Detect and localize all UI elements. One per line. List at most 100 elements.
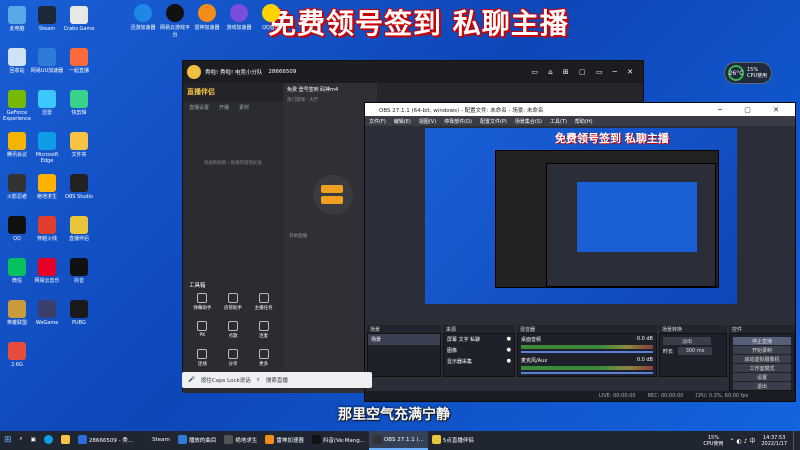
mic-icon[interactable]: 🎤 (188, 377, 195, 383)
obs-menu-item[interactable]: 配置文件(P) (480, 118, 507, 125)
source-item[interactable]: 图像 ● (444, 345, 514, 356)
clock[interactable]: 14:37:53 2022/1/17 (761, 435, 787, 447)
obs-control-button[interactable]: 停止直播 (733, 337, 791, 345)
tray-icons[interactable]: ⌃ ◐ ♪ 中 (730, 436, 756, 445)
window-controls-icons[interactable]: ▭ ⌂ ⊞ ▢ ▭ ─ ✕ (531, 68, 637, 76)
duration-input[interactable]: 300 ms (678, 347, 712, 355)
desktop-icon[interactable]: GeForce Experience (0, 90, 34, 122)
desktop-icon[interactable]: 英雄联盟 (0, 300, 34, 326)
desktop-icon[interactable]: 直播伴侣 (62, 216, 96, 242)
search-icon[interactable]: ⌕ (16, 431, 27, 450)
taskbar-app[interactable]: 播放的曲目 (174, 431, 221, 450)
top-desktop-icon[interactable]: 迅游加速器 (128, 4, 158, 31)
desktop-icon[interactable]: 此电脑 (0, 6, 34, 32)
toolbox-item[interactable]: 点歌 (218, 321, 249, 339)
desktop-icon[interactable]: 文件夹 (62, 132, 96, 158)
tab-live-settings[interactable]: 直播设置 (189, 104, 209, 111)
toolbox-item[interactable]: 主播任务 (248, 293, 279, 311)
top-desktop-icon[interactable]: QQ音乐 (256, 4, 286, 31)
scene-item[interactable]: 场景 (368, 334, 440, 345)
toolbox-item[interactable]: 连线 (187, 349, 218, 367)
obs-control-button[interactable]: 退出 (733, 382, 791, 390)
desktop-icon[interactable]: WeGame (30, 300, 64, 326)
desktop-icon[interactable]: 腾讯会议 (0, 132, 34, 158)
obs-menu-item[interactable]: 视图(V) (419, 118, 436, 125)
taskbar-app[interactable]: 5点直播伴侣 (428, 431, 478, 450)
desktop-icon[interactable]: 火影忍者 (0, 174, 34, 200)
visibility-eye-icon[interactable]: ● (507, 358, 511, 365)
cpu-temp-widget[interactable]: 26°C 15% CPU使用 (724, 62, 772, 84)
task-view-icon[interactable]: ▣ (27, 431, 40, 450)
desktop-icon[interactable]: 网易UU加速器 (30, 48, 64, 74)
desktop-icon[interactable]: 抖音 (62, 258, 96, 284)
top-desktop-icon[interactable]: 游戏加速器 (224, 4, 254, 31)
tab-go-live[interactable]: 开播 (219, 104, 229, 111)
search-icon[interactable]: ⌕ (257, 377, 260, 384)
tool-icon (258, 349, 269, 359)
toolbox-item[interactable]: 分享 (218, 349, 249, 367)
record-button[interactable] (321, 196, 343, 204)
top-desktop-icon[interactable]: 网易云游戏平台 (160, 4, 190, 38)
taskbar-app[interactable]: OBS 27.1.1 (... (368, 431, 428, 450)
taskbar-app[interactable]: 绝地求生 (220, 431, 261, 450)
desktop-icon[interactable]: 一起直播 (62, 48, 96, 74)
transition-select[interactable]: 淡出 (663, 337, 711, 345)
desktop-icon[interactable]: PUBG (62, 300, 96, 326)
tab-materials[interactable]: 素材 (239, 104, 249, 111)
toolbox-item[interactable]: 更多 (248, 349, 279, 367)
obs-window[interactable]: OBS 27.1.1 (64-bit, windows) - 配置文件: 未命名… (364, 102, 796, 402)
taskbar-app[interactable]: 抖音(Ve:Mang... (308, 431, 369, 450)
visibility-eye-icon[interactable]: ● (507, 347, 511, 354)
desktop-icon[interactable]: 快剪辑 (62, 90, 96, 116)
desktop-icon[interactable]: 迅雷 (30, 90, 64, 116)
volume-slider[interactable] (521, 372, 653, 374)
desktop-icon[interactable]: 回收站 (0, 48, 34, 74)
obs-menu-item[interactable]: 帮助(H) (575, 118, 593, 125)
toolbox-item[interactable]: 房管助手 (218, 293, 249, 311)
obs-preview-canvas[interactable]: 免费领号签到 私聊主播 (425, 128, 737, 304)
taskbar-app[interactable]: Steam (137, 431, 174, 450)
voice-search-bar[interactable]: 🎤 按住Caps Lock说话 ⌕ 搜索直播 (182, 372, 372, 388)
obs-menu-item[interactable]: 停靠部件(D) (444, 118, 472, 125)
desktop-icon[interactable]: 绝地求生 (30, 174, 64, 200)
obs-control-button[interactable]: 设置 (733, 373, 791, 381)
obs-window-controls-icons[interactable]: ─ ▢ ✕ (718, 106, 789, 114)
obs-menu-item[interactable]: 工具(T) (550, 118, 567, 125)
desktop-icon[interactable]: Crabs Game (62, 6, 96, 32)
edge-icon[interactable] (40, 431, 57, 450)
start-live-button[interactable] (321, 185, 343, 193)
obs-control-button[interactable]: 工作室模式 (733, 364, 791, 372)
toolbox-item[interactable]: 弹幕助手 (187, 293, 218, 311)
volume-slider[interactable] (521, 351, 653, 353)
source-item[interactable]: 屏幕 文字 私聊 ● (444, 334, 514, 345)
avatar[interactable] (187, 65, 201, 79)
desktop-icon[interactable]: 微信 (0, 258, 34, 284)
obs-menu-item[interactable]: 编辑(E) (394, 118, 411, 125)
source-item[interactable]: 显示器采集 ● (444, 356, 514, 367)
obs-control-button[interactable]: 开始录制 (733, 346, 791, 354)
top-desktop-icon[interactable]: 雷神加速器 (192, 4, 222, 31)
start-live-circle[interactable] (313, 175, 353, 215)
taskbar-cpu[interactable]: 15% CPU使用 (703, 435, 723, 447)
start-button[interactable]: ⊞ (0, 431, 16, 450)
desktop-icon[interactable]: OBS Studio (62, 174, 96, 200)
obs-status-item: CPU: 0.3%, 60.00 fps (695, 393, 749, 399)
taskbar-app[interactable]: 28666509 - 秀... (74, 431, 137, 450)
visibility-eye-icon[interactable]: ● (507, 336, 511, 343)
desktop-icon[interactable]: QQ (0, 216, 34, 242)
taskbar-app[interactable]: 雷神加速器 (261, 431, 308, 450)
obs-menu-item[interactable]: 文件(F) (369, 118, 386, 125)
desktop-icon[interactable]: 网易云音乐 (30, 258, 64, 284)
desktop-icon[interactable]: Microsoft Edge (30, 132, 64, 164)
desktop-icon[interactable]: 穿越火线 (30, 216, 64, 242)
desktop-icon[interactable]: Steam (30, 6, 64, 32)
show-desktop-button[interactable] (793, 431, 796, 450)
desktop-icon[interactable]: 2.6G (0, 342, 34, 368)
app-icon (8, 132, 26, 150)
obs-control-button[interactable]: 启动虚拟摄像机 (733, 355, 791, 363)
toolbox-item[interactable]: PK (187, 321, 218, 339)
obs-menu-item[interactable]: 场景集合(S) (515, 118, 542, 125)
toolbox-item[interactable]: 连麦 (248, 321, 279, 339)
file-explorer-icon[interactable] (57, 431, 74, 450)
app-icon (70, 132, 88, 150)
